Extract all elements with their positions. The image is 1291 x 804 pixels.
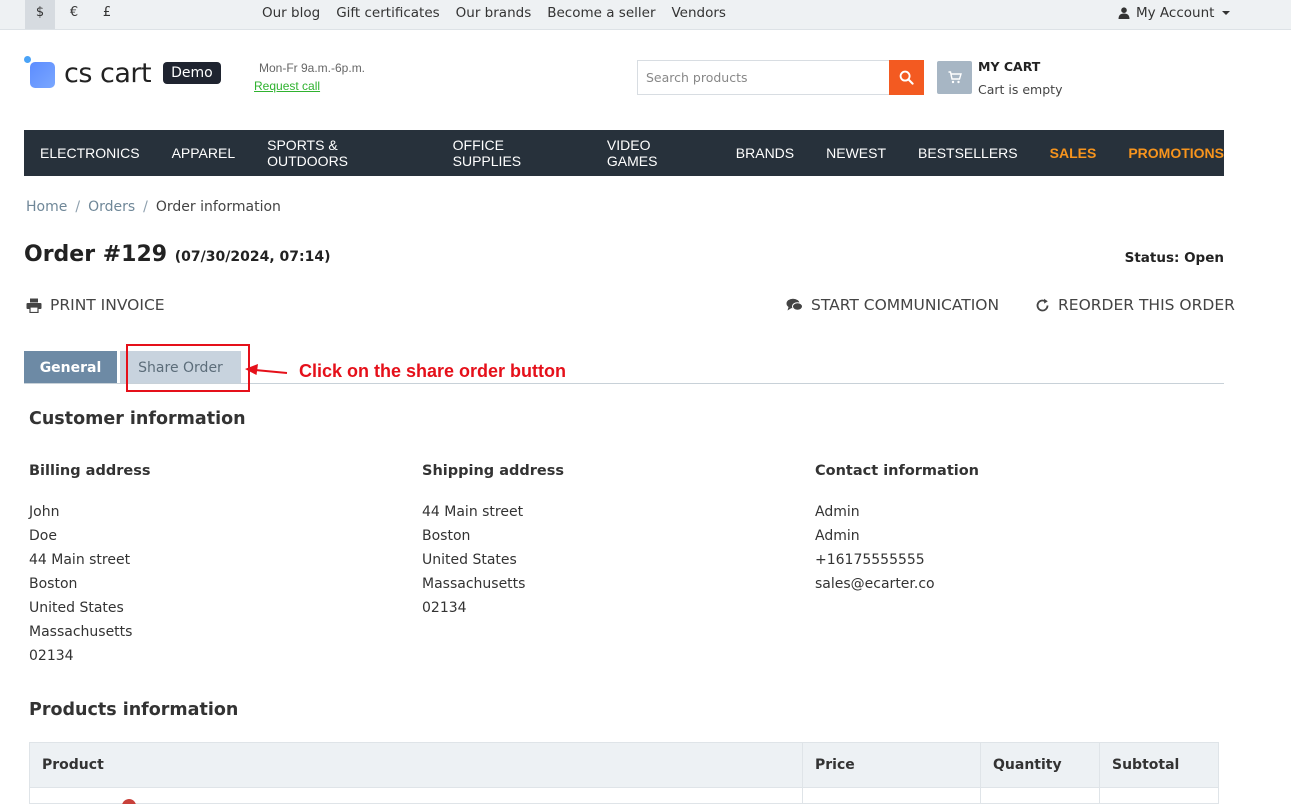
breadcrumb-current: Order information: [155, 199, 281, 215]
shipping-address-title: Shipping address: [422, 463, 565, 479]
billing-address-title: Billing address: [29, 463, 151, 479]
shipping-line: Boston: [422, 528, 471, 544]
breadcrumb-separator: /: [75, 199, 81, 215]
reorder-button[interactable]: REORDER THIS ORDER: [1035, 296, 1235, 314]
breadcrumb-orders[interactable]: Orders: [88, 199, 135, 215]
nav-apparel[interactable]: APPAREL: [172, 145, 236, 161]
customer-info-heading: Customer information: [29, 409, 246, 429]
print-invoice-label: PRINT INVOICE: [50, 296, 165, 314]
refresh-icon: [1036, 298, 1049, 311]
search-button[interactable]: [889, 60, 924, 95]
currency-usd[interactable]: $: [25, 0, 55, 29]
printer-icon: [26, 298, 42, 313]
contact-info: Admin Admin +16175555555 sales@ecarter.c…: [815, 500, 935, 596]
breadcrumb-home[interactable]: Home: [26, 199, 67, 215]
column-product: Product: [42, 757, 104, 773]
column-divider: [980, 743, 981, 804]
annotation-highlight-box: [126, 344, 250, 392]
caret-down-icon: [1222, 11, 1231, 15]
reorder-label: REORDER THIS ORDER: [1058, 296, 1235, 314]
contact-info-title: Contact information: [815, 463, 980, 479]
cart-status: Cart is empty: [978, 82, 1063, 97]
logo-text: cs cart: [64, 57, 152, 89]
print-invoice-button[interactable]: PRINT INVOICE: [26, 296, 165, 314]
link-gift-certificates[interactable]: Gift certificates: [336, 0, 439, 29]
cart-button[interactable]: [937, 61, 972, 94]
top-links: Our blog Gift certificates Our brands Be…: [262, 0, 726, 29]
billing-line: John: [29, 504, 60, 520]
link-our-brands[interactable]: Our brands: [456, 0, 532, 29]
logo[interactable]: cs cart Demo: [24, 56, 221, 90]
user-icon: [1118, 7, 1130, 19]
products-table: Product Price Quantity Subtotal: [29, 742, 1219, 804]
column-quantity: Quantity: [993, 757, 1062, 773]
billing-line: 44 Main street: [29, 552, 131, 568]
column-divider: [802, 743, 803, 804]
chat-icon: [786, 298, 803, 311]
my-account-menu[interactable]: My Account: [1118, 0, 1231, 26]
billing-line: Massachusetts: [29, 624, 133, 640]
cart-icon: [948, 71, 962, 84]
nav-promotions[interactable]: PROMOTIONS: [1128, 145, 1224, 161]
breadcrumb: Home / Orders / Order information: [26, 199, 281, 215]
tab-general[interactable]: General: [24, 351, 117, 383]
contact-email: sales@ecarter.co: [815, 576, 935, 592]
billing-line: United States: [29, 600, 124, 616]
cart-title[interactable]: MY CART: [978, 59, 1040, 74]
link-become-seller[interactable]: Become a seller: [547, 0, 655, 29]
top-bar: $ € £ Our blog Gift certificates Our bra…: [0, 0, 1291, 30]
column-price: Price: [815, 757, 855, 773]
page-title: Order #129 (07/30/2024, 07:14): [24, 242, 330, 267]
nav-bestsellers[interactable]: BESTSELLERS: [918, 145, 1018, 161]
billing-address: John Doe 44 Main street Boston United St…: [29, 500, 132, 668]
order-number: Order #129: [24, 242, 168, 267]
shipping-line: Massachusetts: [422, 576, 526, 592]
order-date: (07/30/2024, 07:14): [174, 249, 331, 265]
demo-badge: Demo: [163, 62, 221, 84]
nav-sports-outdoors[interactable]: SPORTS & OUTDOORS: [267, 137, 421, 169]
search-input[interactable]: Search products: [637, 60, 889, 95]
column-divider: [1099, 743, 1100, 804]
currency-eur[interactable]: €: [59, 0, 89, 29]
nav-electronics[interactable]: ELECTRONICS: [40, 145, 140, 161]
annotation-arrow-icon: [245, 364, 288, 375]
logo-mark: [24, 56, 58, 90]
nav-sales[interactable]: SALES: [1050, 145, 1097, 161]
nav-video-games[interactable]: VIDEO GAMES: [607, 137, 704, 169]
currency-gbp[interactable]: £: [92, 0, 122, 29]
start-communication-button[interactable]: START COMMUNICATION: [786, 296, 999, 314]
shipping-address: 44 Main street Boston United States Mass…: [422, 500, 525, 620]
product-thumbnail[interactable]: [122, 799, 136, 804]
billing-line: Doe: [29, 528, 57, 544]
nav-brands[interactable]: BRANDS: [736, 145, 794, 161]
nav-newest[interactable]: NEWEST: [826, 145, 886, 161]
order-status: Status: Open: [1124, 250, 1224, 266]
contact-phone: +16175555555: [815, 552, 925, 568]
nav-office-supplies[interactable]: OFFICE SUPPLIES: [453, 137, 575, 169]
annotation-text: Click on the share order button: [299, 361, 567, 381]
contact-line: Admin: [815, 504, 860, 520]
business-hours: Mon-Fr 9a.m.-6p.m.: [259, 61, 366, 75]
billing-line: 02134: [29, 648, 74, 664]
search-icon: [899, 70, 914, 85]
start-communication-label: START COMMUNICATION: [811, 296, 1000, 314]
shipping-line: 44 Main street: [422, 504, 524, 520]
products-table-header: Product Price Quantity Subtotal: [30, 743, 1218, 788]
billing-line: Boston: [29, 576, 78, 592]
my-account-label: My Account: [1136, 5, 1215, 21]
main-nav: ELECTRONICS APPAREL SPORTS & OUTDOORS OF…: [24, 130, 1224, 176]
shipping-line: United States: [422, 552, 517, 568]
column-subtotal: Subtotal: [1112, 757, 1180, 773]
link-vendors[interactable]: Vendors: [672, 0, 726, 29]
shipping-line: 02134: [422, 600, 467, 616]
request-call-link[interactable]: Request call: [254, 79, 320, 93]
contact-line: Admin: [815, 528, 860, 544]
breadcrumb-separator: /: [143, 199, 148, 215]
link-our-blog[interactable]: Our blog: [262, 0, 320, 29]
products-info-heading: Products information: [29, 700, 239, 720]
